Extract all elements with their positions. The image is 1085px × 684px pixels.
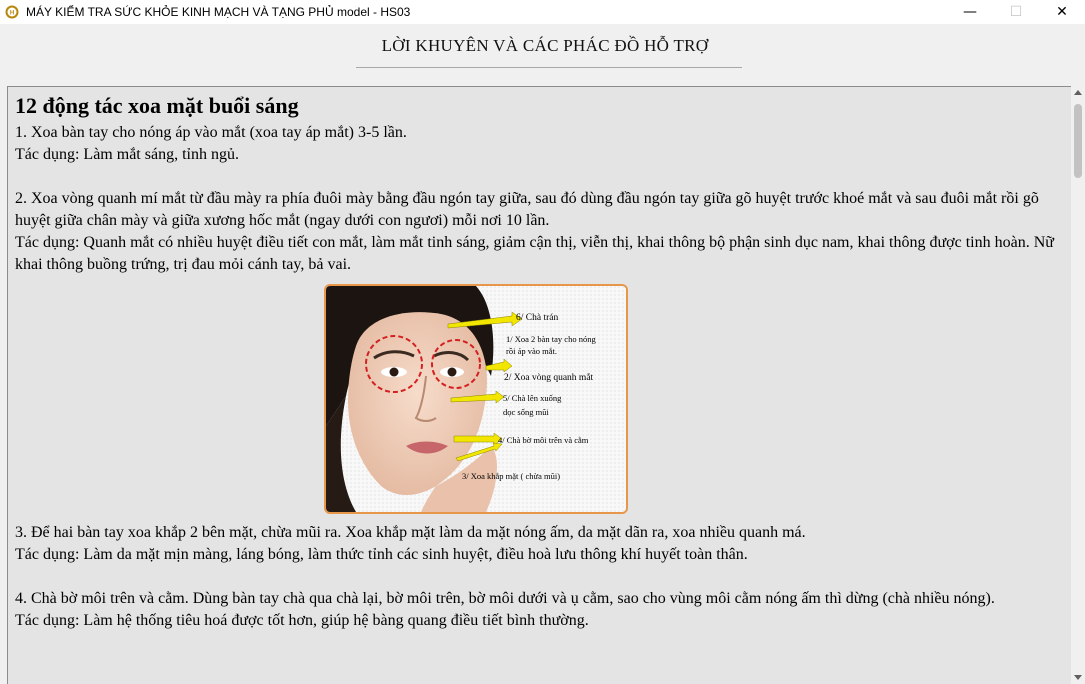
step-2-effect: Tác dụng: Quanh mắt có nhiều huyệt điều …: [15, 234, 1054, 273]
app-logo-icon: H: [4, 4, 20, 20]
article-viewer[interactable]: 12 động tác xoa mặt buổi sáng 1. Xoa bàn…: [7, 86, 1085, 684]
minimize-button[interactable]: —: [947, 0, 993, 24]
label-whole-face: 3/ Xoa khắp mặt ( chừa mũi): [462, 471, 560, 481]
header-divider: [356, 67, 742, 68]
step-4-text: 4. Chà bờ môi trên và cằm. Dùng bàn tay …: [15, 590, 995, 607]
step-2-text: 2. Xoa vòng quanh mí mắt từ đầu mày ra p…: [15, 190, 1039, 229]
close-button[interactable]: ✕: [1039, 0, 1085, 24]
window-controls: — ☐ ✕: [947, 0, 1085, 24]
step-3-text: 3. Để hai bàn tay xoa khắp 2 bên mặt, ch…: [15, 524, 806, 541]
step-1-text: 1. Xoa bàn tay cho nóng áp vào mắt (xoa …: [15, 124, 407, 141]
article-content: 12 động tác xoa mặt buổi sáng 1. Xoa bàn…: [15, 92, 1070, 632]
maximize-button[interactable]: ☐: [993, 0, 1039, 24]
article-heading: 12 động tác xoa mặt buổi sáng: [15, 93, 299, 118]
label-forehead: 6/ Chà trán: [516, 313, 558, 323]
label-palms-line1: 1/ Xoa 2 bàn tay cho nóng: [506, 334, 596, 344]
step-4-effect: Tác dụng: Làm hệ thống tiêu hoá được tốt…: [15, 612, 589, 629]
page-title: LỜI KHUYÊN VÀ CÁC PHÁC ĐỒ HỖ TRỢ: [381, 36, 709, 55]
step-3-effect: Tác dụng: Làm da mặt mịn màng, láng bóng…: [15, 546, 748, 563]
label-palms-line2: rồi áp vào mắt.: [506, 346, 557, 356]
face-massage-svg: 6/ Chà trán 1/ Xoa 2 bàn tay cho nóng rồ…: [326, 286, 626, 512]
window-titlebar[interactable]: H MÁY KIỂM TRA SỨC KHỎE KINH MẠCH VÀ TẠN…: [0, 0, 1085, 24]
face-massage-illustration: 6/ Chà trán 1/ Xoa 2 bàn tay cho nóng rồ…: [324, 284, 628, 514]
scroll-up-icon[interactable]: [1074, 90, 1082, 95]
label-nose-line2: dọc sống mũi: [503, 407, 549, 417]
vertical-scrollbar[interactable]: [1071, 86, 1085, 684]
label-lips-chin: 4/ Chà bờ môi trên và cằm: [498, 435, 589, 445]
window-title: MÁY KIỂM TRA SỨC KHỎE KINH MẠCH VÀ TẠNG …: [26, 5, 411, 19]
step-1-effect: Tác dụng: Làm mắt sáng, tỉnh ngủ.: [15, 146, 239, 163]
svg-text:H: H: [10, 11, 14, 17]
label-nose-line1: 5/ Chà lên xuống: [503, 393, 562, 403]
scroll-down-icon[interactable]: [1074, 675, 1082, 680]
label-eye-circle: 2/ Xoa vòng quanh mắt: [504, 372, 594, 383]
scroll-thumb[interactable]: [1074, 104, 1082, 178]
page-header: LỜI KHUYÊN VÀ CÁC PHÁC ĐỒ HỖ TRỢ: [0, 24, 1085, 86]
